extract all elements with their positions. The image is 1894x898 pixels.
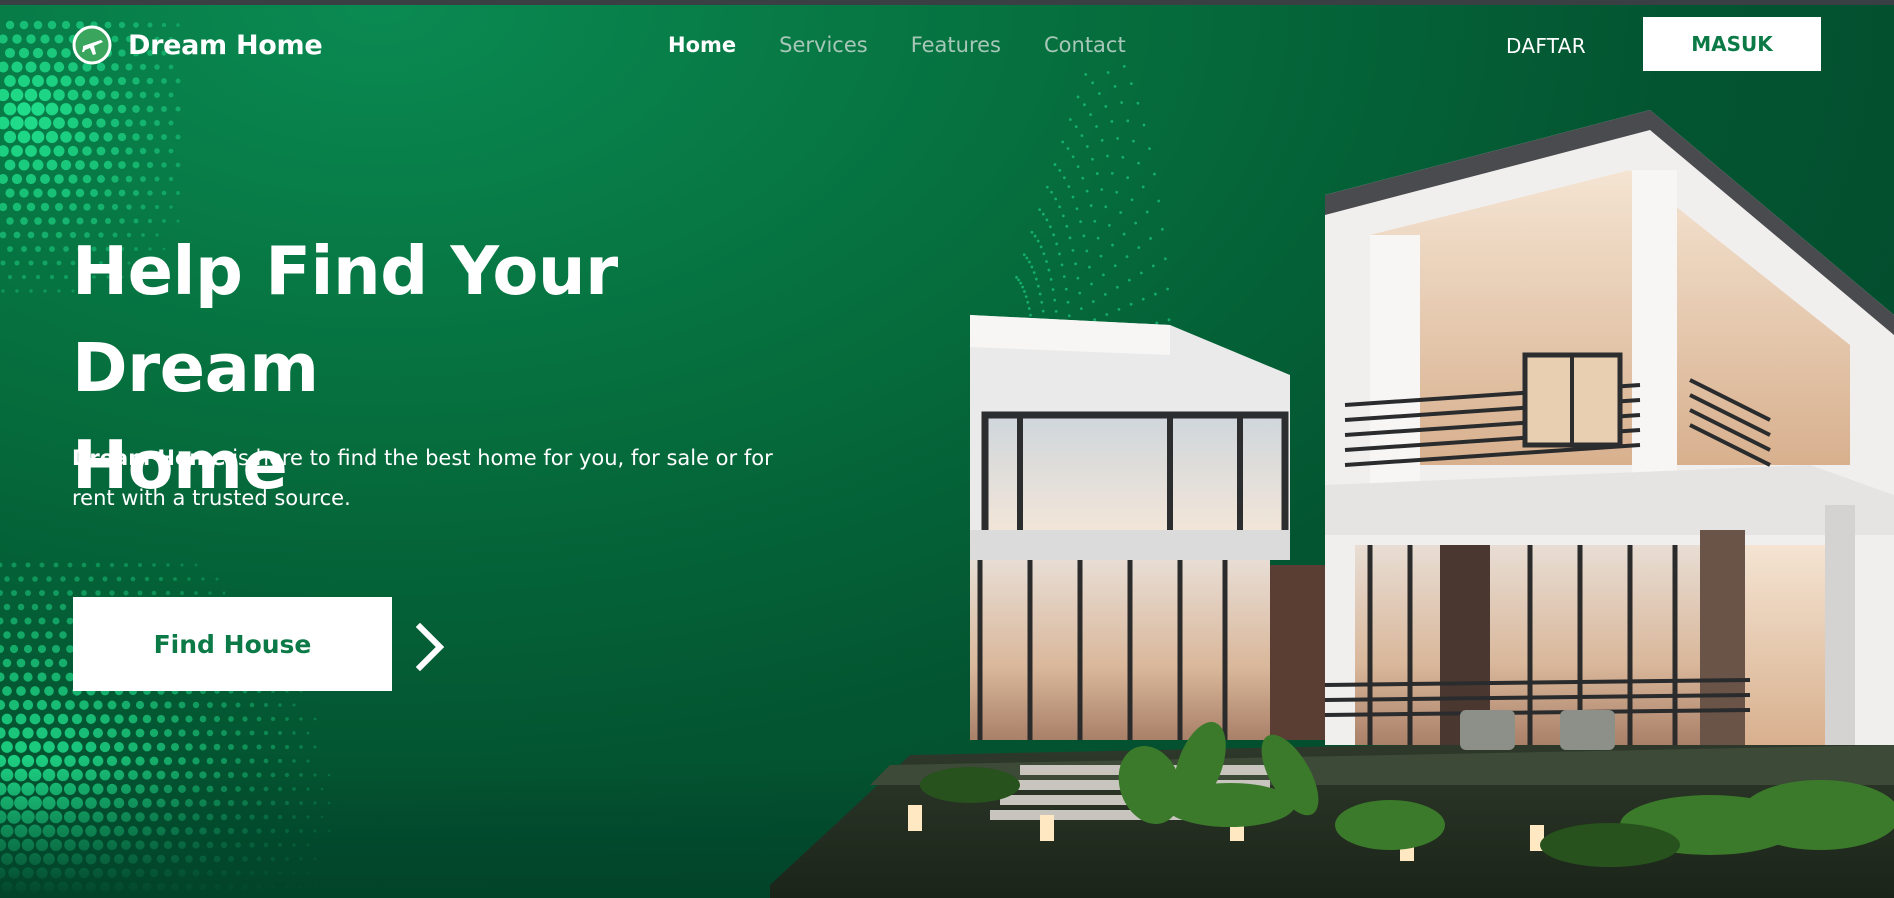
house-image (770, 110, 1894, 898)
register-link[interactable]: DAFTAR (1506, 34, 1586, 58)
top-navbar: Dream Home Home Services Features Contac… (0, 5, 1894, 93)
brand-logo[interactable]: Dream Home (72, 25, 323, 65)
headline-line-1: Help Find Your Dream (72, 232, 618, 407)
chevron-right-icon[interactable] (414, 623, 446, 671)
main-menu: Home Services Features Contact (668, 33, 1126, 57)
brand-name: Dream Home (128, 29, 323, 61)
nav-home[interactable]: Home (668, 33, 736, 57)
nav-services[interactable]: Services (779, 33, 868, 57)
find-house-button[interactable]: Find House (73, 597, 392, 691)
desc-brand: Dream Home (72, 446, 226, 470)
hero-section: Dream Home Home Services Features Contac… (0, 5, 1894, 898)
nav-contact[interactable]: Contact (1044, 33, 1126, 57)
login-button[interactable]: MASUK (1643, 17, 1821, 71)
airplane-globe-icon (72, 25, 112, 65)
nav-features[interactable]: Features (911, 33, 1001, 57)
hero-description: Dream Home is here to find the best home… (72, 438, 792, 518)
